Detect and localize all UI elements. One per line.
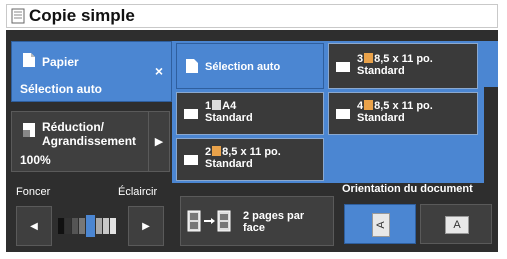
paper-option-tray-4[interactable]: 4 8,5 x 11 po. Standard bbox=[328, 92, 478, 135]
darker-label: Foncer bbox=[16, 186, 51, 198]
tray-number: 3 bbox=[357, 53, 364, 65]
paper-type: Standard bbox=[205, 112, 253, 124]
lighter-button[interactable]: ▶ bbox=[128, 206, 164, 246]
density-scale-icon bbox=[58, 215, 116, 237]
reduce-enlarge-label: Réduction/ Agrandissement bbox=[42, 120, 137, 148]
tray-icon bbox=[184, 155, 198, 165]
paper-value: Sélection auto bbox=[20, 82, 103, 96]
tray-number: 4 bbox=[357, 100, 364, 112]
chevron-right-icon[interactable]: ▶ bbox=[148, 111, 170, 172]
paper-type: Standard bbox=[357, 112, 405, 124]
paper-tray-icon bbox=[364, 100, 374, 110]
paper-icon bbox=[23, 53, 35, 67]
orientation-option-portrait[interactable]: A bbox=[420, 204, 492, 244]
pages-per-side-label: 2 pages par face bbox=[243, 210, 305, 234]
page-title: Copie simple bbox=[29, 6, 135, 25]
reduce-enlarge-button[interactable]: Réduction/ Agrandissement 100% bbox=[11, 111, 166, 172]
reduce-enlarge-icon bbox=[23, 123, 35, 137]
paper-label: Papier bbox=[42, 55, 79, 69]
paper-option-tray-1[interactable]: 1 A4 Standard bbox=[176, 92, 324, 135]
orientation-icon: A bbox=[445, 216, 469, 234]
paper-tray-icon bbox=[364, 53, 374, 63]
orientation-label: Orientation du document bbox=[342, 183, 473, 195]
tray-icon bbox=[184, 109, 198, 119]
two-up-icon bbox=[187, 210, 231, 232]
orientation-icon: A bbox=[372, 213, 390, 237]
paper-button[interactable]: Papier Sélection auto bbox=[11, 41, 172, 102]
lighter-label: Éclaircir bbox=[118, 186, 158, 198]
paper-size: A4 bbox=[222, 100, 237, 112]
paper-size: 8,5 x 11 po. bbox=[374, 53, 433, 65]
pages-per-side-button[interactable]: 2 pages par face bbox=[180, 196, 334, 246]
paper-icon bbox=[186, 59, 198, 73]
paper-option-label: Sélection auto bbox=[205, 61, 281, 73]
close-icon[interactable]: × bbox=[150, 62, 168, 80]
paper-type: Standard bbox=[205, 158, 253, 170]
paper-option-tray-3[interactable]: 3 8,5 x 11 po. Standard bbox=[328, 43, 478, 89]
tray-number: 1 bbox=[205, 100, 212, 112]
document-icon bbox=[11, 8, 25, 24]
paper-option-tray-2[interactable]: 2 8,5 x 11 po. Standard bbox=[176, 138, 324, 181]
tray-icon bbox=[336, 62, 350, 72]
paper-size: 8,5 x 11 po. bbox=[374, 100, 433, 112]
reduce-enlarge-value: 100% bbox=[20, 153, 51, 167]
paper-tray-icon bbox=[212, 100, 222, 110]
paper-size: 8,5 x 11 po. bbox=[222, 146, 281, 158]
orientation-option-left[interactable]: A bbox=[344, 204, 416, 244]
paper-type: Standard bbox=[357, 65, 405, 77]
tray-icon bbox=[336, 109, 350, 119]
tray-number: 2 bbox=[205, 146, 212, 158]
darker-button[interactable]: ◀ bbox=[16, 206, 52, 246]
scrollbar-thumb[interactable] bbox=[484, 41, 498, 87]
paper-tray-icon bbox=[212, 146, 222, 156]
paper-option-auto[interactable]: Sélection auto bbox=[176, 43, 324, 89]
title-bar: Copie simple bbox=[6, 4, 498, 28]
